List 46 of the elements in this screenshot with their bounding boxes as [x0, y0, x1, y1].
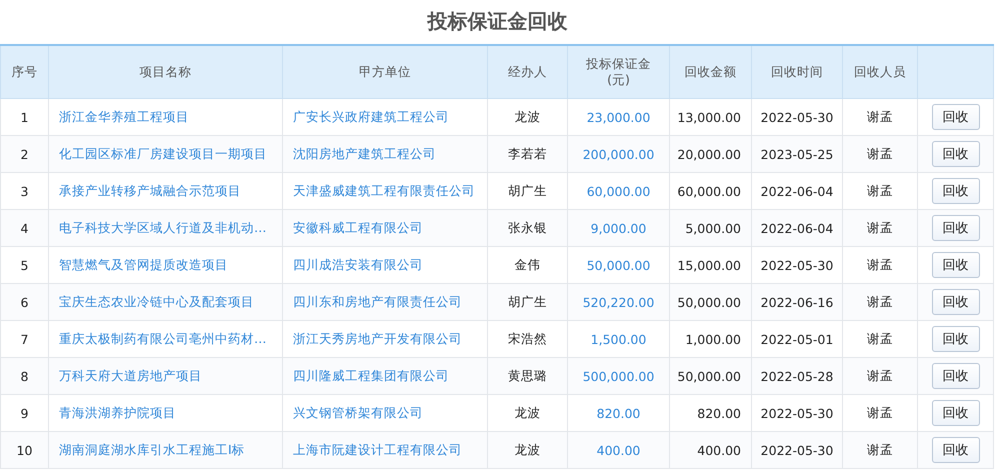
deposit-link[interactable]: 820.00	[596, 406, 640, 420]
column-header: 甲方单位	[282, 45, 488, 98]
table-cell: 谢孟	[842, 136, 918, 172]
row-number: 6	[0, 284, 48, 320]
table-cell: 黄思璐	[488, 358, 568, 394]
table-cell: 50,000.00	[670, 358, 752, 394]
table-cell: 2022-06-16	[752, 284, 842, 320]
recover-button[interactable]: 回收	[932, 363, 980, 389]
table-cell: 20,000.00	[670, 136, 752, 172]
recover-button[interactable]: 回收	[932, 289, 980, 315]
row-number: 8	[0, 358, 48, 394]
column-header: 回收金额	[670, 45, 752, 98]
table-cell: 50,000.00	[670, 284, 752, 320]
table-cell: 2022-06-04	[752, 210, 842, 246]
table-cell: 5,000.00	[670, 210, 752, 246]
recover-button[interactable]: 回收	[932, 326, 980, 352]
table-cell: 胡广生	[488, 284, 568, 320]
row-number: 4	[0, 210, 48, 246]
column-header: 回收时间	[752, 45, 842, 98]
row-number: 2	[0, 136, 48, 172]
table-cell: 张永银	[488, 210, 568, 246]
table-cell: 2022-05-30	[752, 432, 842, 468]
table-cell: 龙波	[488, 432, 568, 468]
recover-button[interactable]: 回收	[932, 104, 980, 130]
recover-button[interactable]: 回收	[932, 437, 980, 463]
recover-button[interactable]: 回收	[932, 141, 980, 167]
table-cell: 2023-05-25	[752, 136, 842, 172]
recover-button[interactable]: 回收	[932, 215, 980, 241]
column-header: 经办人	[488, 45, 568, 98]
table-cell: 谢孟	[842, 210, 918, 246]
recover-button[interactable]: 回收	[932, 178, 980, 204]
recover-button[interactable]: 回收	[932, 252, 980, 278]
table-cell: 谢孟	[842, 432, 918, 468]
table-cell: 2022-05-28	[752, 358, 842, 394]
recover-button[interactable]: 回收	[932, 400, 980, 426]
table-cell: 李若若	[488, 136, 568, 172]
table-cell: 谢孟	[842, 284, 918, 320]
deposit-link[interactable]: 400.00	[596, 442, 640, 458]
page-title: 投标保证金回收	[426, 8, 568, 35]
column-header: 序号	[0, 45, 48, 98]
row-number: 10	[0, 432, 48, 468]
column-header: 投标保证金 (元)	[568, 45, 670, 98]
column-header: 回收人员	[842, 45, 918, 98]
column-header: 项目名称	[48, 45, 282, 98]
table-cell: 谢孟	[842, 358, 918, 394]
table-cell: 400.00	[670, 432, 752, 468]
